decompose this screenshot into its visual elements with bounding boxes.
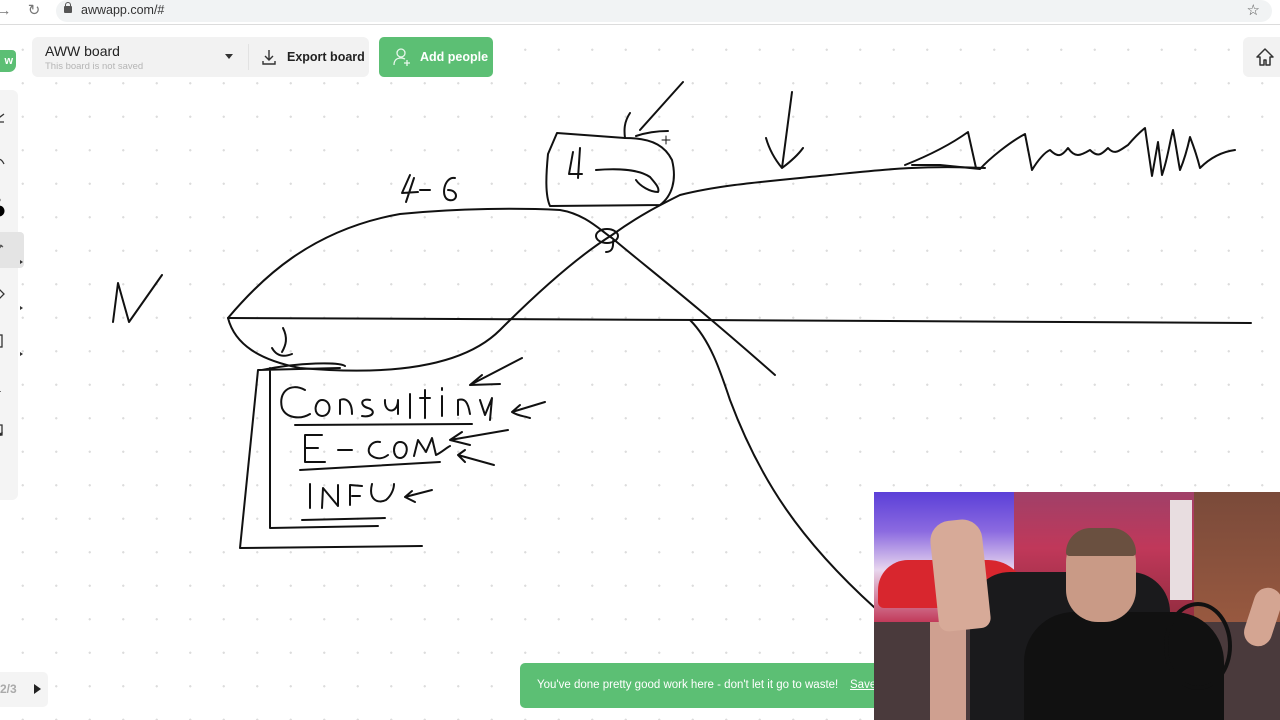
home-icon	[1256, 48, 1274, 66]
shape-tool[interactable]	[0, 324, 23, 360]
divider	[248, 44, 249, 70]
board-menu[interactable]: AWW board This board is not saved Export…	[32, 37, 369, 77]
stroke-label-4-6	[401, 174, 457, 203]
stroke-digit-4	[568, 147, 583, 179]
text-icon: a	[0, 379, 1, 395]
webcam-person-hair	[1066, 528, 1136, 556]
stroke-arrow-down	[765, 91, 804, 169]
reload-icon[interactable]: ↻	[24, 2, 44, 20]
cursor-icon	[0, 113, 5, 123]
stroke-arrow-item-4	[404, 489, 433, 503]
stroke-lower-arc	[227, 166, 986, 372]
curve-icon	[0, 158, 5, 165]
submenu-indicator-icon	[20, 352, 23, 356]
url-text[interactable]: awwapp.com/#	[81, 3, 164, 17]
page-indicator: 2/3	[0, 682, 17, 696]
webcam-pillar	[1170, 500, 1192, 600]
toast-message: You've done pretty good work here - don'…	[537, 679, 839, 691]
stroke-arrow-item-2	[449, 429, 509, 446]
line-icon	[0, 458, 18, 494]
stroke-underline-2	[299, 461, 441, 471]
stroke-arrow-item-1	[511, 401, 546, 419]
webcam-person-arm	[930, 622, 966, 720]
page-navigator: 2/3	[0, 672, 48, 707]
eraser-tool[interactable]	[0, 278, 23, 314]
browser-toolbar: → ↻ awwapp.com/# ☆	[0, 0, 1280, 25]
board-title[interactable]: AWW board	[45, 43, 120, 59]
stroke-word-info	[309, 483, 395, 509]
tool-palette: a	[0, 90, 24, 500]
sticky-note-icon	[0, 424, 3, 436]
export-board-button[interactable]: Export board	[254, 37, 369, 77]
stroke-underline-1	[294, 423, 473, 426]
aww-logo[interactable]: w	[0, 50, 16, 72]
line-tool[interactable]	[0, 458, 18, 494]
text-tool[interactable]: a	[0, 370, 18, 406]
color-dot-icon	[0, 198, 5, 217]
stroke-arrow-item-0	[469, 357, 523, 386]
stroke-zigzag	[904, 127, 1236, 177]
submenu-indicator-icon	[20, 260, 23, 264]
stroke-word-ecom	[304, 434, 451, 463]
webcam-overlay	[874, 492, 1280, 720]
stroke-arrow-box	[623, 81, 684, 139]
address-bar[interactable]: awwapp.com/# ☆	[56, 0, 1272, 22]
stroke-arrow-item-3	[457, 449, 495, 466]
lock-icon	[64, 2, 72, 13]
home-button[interactable]	[1243, 37, 1280, 77]
svg-text:a: a	[0, 379, 1, 395]
sticky-note-tool[interactable]	[0, 414, 18, 450]
board-save-status: This board is not saved	[45, 61, 144, 72]
stroke-letter-n	[112, 274, 163, 323]
save-reminder-toast: You've done pretty good work here - don'…	[520, 663, 900, 708]
add-user-icon	[393, 48, 410, 66]
chevron-down-icon[interactable]	[225, 54, 233, 59]
submenu-indicator-icon	[20, 306, 23, 310]
next-page-icon[interactable]	[34, 684, 41, 694]
pencil-icon	[0, 244, 4, 249]
stroke-arrow-small	[271, 327, 293, 357]
toast-save-link[interactable]: Save	[850, 679, 876, 691]
stroke-word-consulting	[280, 386, 493, 421]
export-board-label: Export board	[287, 50, 365, 64]
select-tool[interactable]	[0, 100, 18, 136]
pencil-tool[interactable]	[0, 232, 24, 268]
eraser-icon	[0, 289, 5, 299]
download-icon	[262, 50, 276, 65]
stroke-intersection-mark	[595, 228, 619, 244]
add-people-button[interactable]: Add people	[379, 37, 493, 77]
color-picker[interactable]	[0, 186, 18, 222]
forward-icon[interactable]: →	[0, 2, 14, 20]
stroke-underline-3	[301, 517, 386, 521]
stroke-horizontal-axis	[227, 317, 1252, 324]
add-people-label: Add people	[420, 50, 489, 64]
stroke-upper-arc	[227, 207, 776, 376]
pen-curve-tool[interactable]	[0, 144, 18, 180]
star-icon[interactable]: ☆	[1247, 1, 1260, 19]
rectangle-icon	[0, 334, 3, 348]
webcam-microphone	[1164, 602, 1232, 690]
stroke-descending-curve	[689, 319, 876, 609]
